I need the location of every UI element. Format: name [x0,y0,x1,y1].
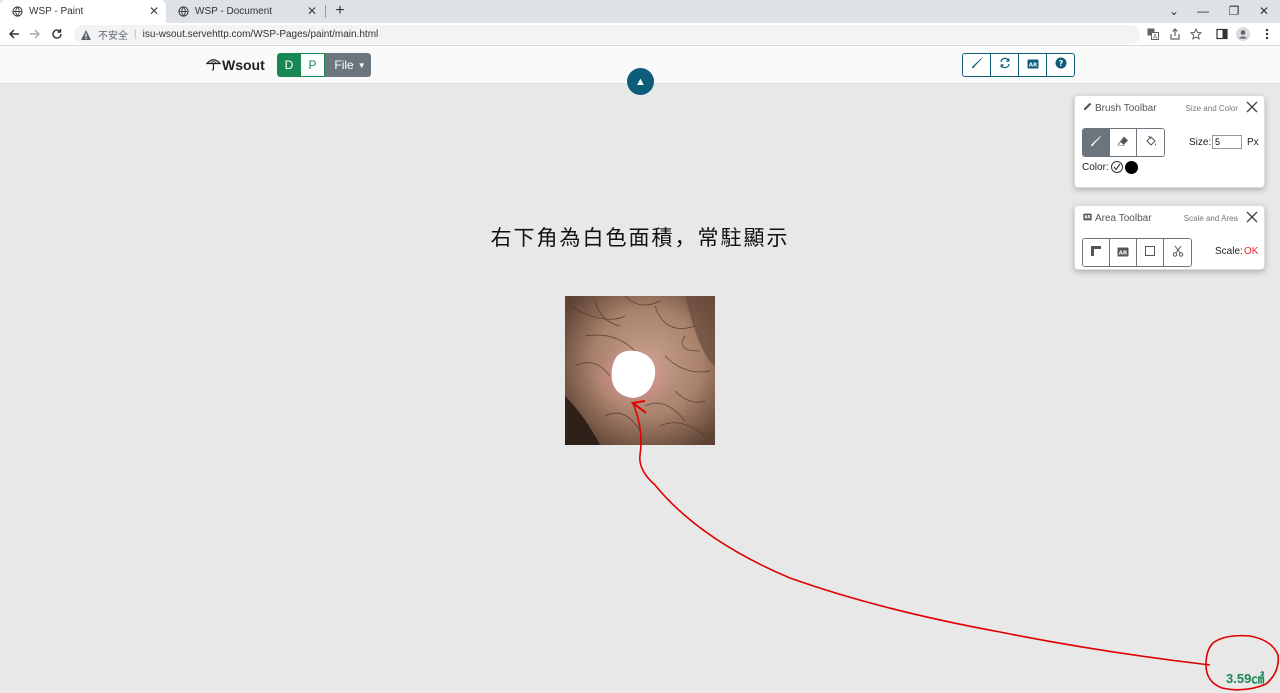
collapse-toggle-button[interactable]: ▲ [627,68,654,95]
square-icon [1144,244,1156,262]
mode-d-button[interactable]: D [277,53,301,77]
annotation-line [632,402,1211,666]
brush-toolbar-title: Brush Toolbar [1095,102,1157,114]
tab-divider [325,5,326,18]
brush-size-unit: Px [1247,137,1259,148]
close-icon[interactable] [1246,211,1258,223]
translate-icon[interactable]: A [1146,27,1160,41]
area-tool-group: AR [1082,238,1192,267]
paint-bucket-icon [1145,134,1157,152]
reload-button[interactable] [50,27,64,41]
scale-ruler-button[interactable] [1083,239,1110,266]
area-toolbar-panel: AR Area Toolbar Scale and Area AR Scale:… [1074,205,1265,270]
wound-photo[interactable] [565,296,715,445]
scissors-icon [1172,244,1184,262]
brush-toolbar-subtitle: Size and Color [1185,103,1238,113]
checkmark-icon [1113,158,1121,176]
pencil-icon [1083,102,1095,114]
security-label: 不安全 [98,31,128,42]
help-button[interactable]: ? [1047,54,1074,76]
brush-icon [1090,134,1102,152]
reset-tool-button[interactable] [991,54,1019,76]
area-tool-button[interactable]: AR [1019,54,1047,76]
close-window-button[interactable]: ✕ [1255,3,1273,19]
brush-toolbar-panel: Brush Toolbar Size and Color Size: Px Co… [1074,95,1265,188]
refresh-icon [999,56,1011,74]
brand-logo[interactable]: Wsout [205,56,265,74]
minimize-button[interactable]: — [1194,3,1212,19]
back-button[interactable] [7,27,21,41]
browser-menu-icon[interactable] [1260,27,1274,41]
globe-icon [12,6,23,17]
share-icon[interactable] [1168,27,1182,41]
tab-wsp-paint[interactable]: WSP - Paint ✕ [0,0,166,23]
tool-button-group: AR ? [962,53,1075,77]
ar-badge-icon: AR [1117,244,1129,262]
close-icon[interactable] [1246,101,1258,113]
scale-status: OK [1244,246,1259,257]
caret-down-icon: ▼ [357,60,366,70]
side-panel-icon[interactable] [1215,27,1229,41]
file-menu-button[interactable]: File ▼ [325,53,371,77]
ar-badge-icon: AR [1083,213,1095,224]
close-tab-icon[interactable]: ✕ [306,5,318,17]
browser-tab-bar: WSP - Paint ✕ WSP - Document ✕ + ⌄ — ❐ ✕ [0,0,1280,23]
profile-avatar-icon[interactable] [1236,27,1250,41]
eraser-mode-button[interactable] [1110,129,1137,156]
address-bar-row: 不安全 | isu-wsout.servehttp.com/WSP-Pages/… [0,23,1280,46]
url-divider: | [134,29,137,40]
help-icon: ? [1055,56,1067,74]
area-measure-button[interactable]: AR [1110,239,1137,266]
svg-text:AR: AR [1028,62,1037,68]
brand-name: Wsout [222,57,265,73]
bookmark-star-icon[interactable] [1189,27,1203,41]
area-toolbar-title: Area Toolbar [1095,212,1152,224]
brush-tool-button[interactable] [963,54,991,76]
svg-text:?: ? [1058,59,1063,68]
brush-mode-group [1082,128,1165,157]
url-text: isu-wsout.servehttp.com/WSP-Pages/paint/… [142,29,379,40]
brush-size-label: Size: [1189,137,1212,148]
brush-size-input[interactable] [1212,135,1242,149]
scale-label: Scale: [1215,246,1243,257]
color-swatch[interactable] [1125,161,1138,174]
area-toolbar-subtitle: Scale and Area [1183,213,1238,223]
umbrella-icon [205,56,222,74]
brush-mode-button[interactable] [1083,129,1110,156]
brush-toolbar-header[interactable]: Brush Toolbar Size and Color [1075,96,1264,120]
mode-p-button[interactable]: P [301,53,325,77]
area-result-value: 3.59㎠ [1226,671,1265,686]
new-tab-button[interactable]: + [332,2,348,20]
tab-search-icon[interactable]: ⌄ [1165,3,1183,19]
svg-text:AR: AR [1084,214,1091,219]
warning-icon [80,29,92,41]
fill-mode-button[interactable] [1137,129,1164,156]
svg-text:AR: AR [1119,250,1128,256]
ar-badge-icon: AR [1027,56,1039,74]
triangle-up-icon: ▲ [635,75,646,88]
close-tab-icon[interactable]: ✕ [148,5,160,17]
file-menu-label: File [334,58,354,72]
forward-button[interactable] [28,27,42,41]
brush-color-label: Color: [1082,162,1109,173]
tab-wsp-document[interactable]: WSP - Document ✕ [166,0,324,23]
url-field[interactable]: 不安全 | isu-wsout.servehttp.com/WSP-Pages/… [74,25,1140,44]
brush-icon [971,56,983,74]
mode-button-group: D P File ▼ [277,53,371,77]
globe-icon [178,6,189,17]
restore-button[interactable]: ❐ [1225,3,1243,19]
eraser-icon [1117,134,1129,152]
select-region-button[interactable] [1137,239,1164,266]
tab-title: WSP - Document [195,6,273,17]
ruler-icon [1090,244,1102,262]
cut-button[interactable] [1164,239,1191,266]
tab-title: WSP - Paint [29,6,84,17]
area-toolbar-header[interactable]: AR Area Toolbar Scale and Area [1075,206,1264,230]
color-picker-button[interactable] [1111,161,1123,173]
